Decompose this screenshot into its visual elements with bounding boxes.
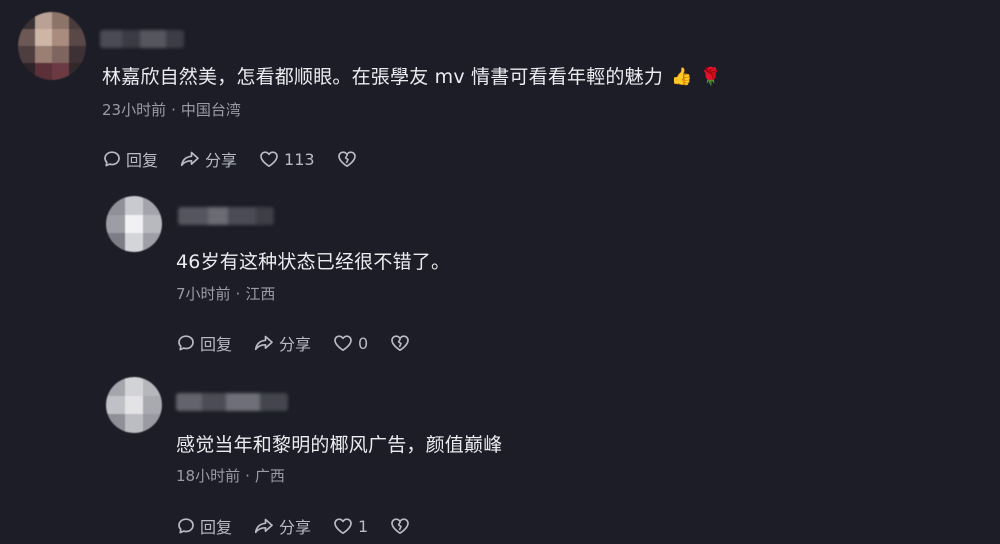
comment-bubble-icon bbox=[104, 151, 120, 167]
rose-emoji: 🌹 bbox=[700, 67, 722, 87]
comment-actions: 回复 分享 113 bbox=[102, 147, 379, 171]
avatar[interactable] bbox=[106, 377, 162, 433]
like-count: 0 bbox=[358, 333, 369, 353]
reply-label: 回复 bbox=[200, 518, 233, 537]
reply-label: 回复 bbox=[126, 151, 159, 170]
comment-meta: 7小时前 · 江西 bbox=[176, 283, 275, 304]
heart-icon bbox=[334, 335, 352, 352]
share-button[interactable]: 分享 bbox=[179, 147, 237, 171]
share-label: 分享 bbox=[279, 518, 312, 537]
heart-icon bbox=[260, 151, 278, 168]
avatar[interactable] bbox=[18, 12, 86, 80]
timestamp: 7小时前 bbox=[176, 285, 231, 303]
username-blurred[interactable] bbox=[178, 207, 274, 225]
location: 江西 bbox=[245, 285, 276, 303]
like-count: 1 bbox=[358, 516, 369, 536]
reply-button[interactable]: 回复 bbox=[176, 514, 232, 538]
separator: · bbox=[235, 285, 241, 303]
share-label: 分享 bbox=[205, 151, 238, 170]
separator: · bbox=[171, 101, 176, 119]
timestamp: 18小时前 bbox=[176, 467, 241, 485]
broken-heart-icon bbox=[391, 518, 410, 535]
comment-actions: 回复 分享 1 bbox=[176, 514, 432, 538]
comment-actions: 回复 分享 0 bbox=[176, 331, 432, 355]
like-button[interactable]: 1 bbox=[332, 516, 368, 536]
comment-bubble-icon bbox=[178, 518, 194, 534]
share-arrow-icon bbox=[180, 151, 199, 167]
share-label: 分享 bbox=[279, 335, 312, 354]
share-arrow-icon bbox=[254, 518, 273, 534]
broken-heart-icon bbox=[391, 335, 410, 352]
like-button[interactable]: 0 bbox=[332, 333, 368, 353]
reply-button[interactable]: 回复 bbox=[102, 147, 158, 171]
avatar[interactable] bbox=[106, 196, 162, 252]
comment-meta: 23小时前 · 中国台湾 bbox=[102, 99, 241, 120]
comment-text: 46岁有这种状态已经很不错了。 bbox=[176, 251, 451, 273]
location: 广西 bbox=[254, 467, 285, 485]
reply-label: 回复 bbox=[200, 335, 233, 354]
broken-heart-icon bbox=[337, 151, 356, 168]
separator: · bbox=[245, 467, 250, 485]
share-arrow-icon bbox=[254, 335, 273, 351]
share-button[interactable]: 分享 bbox=[253, 514, 311, 538]
username-blurred[interactable] bbox=[100, 30, 184, 48]
dislike-button[interactable] bbox=[389, 333, 411, 353]
share-button[interactable]: 分享 bbox=[253, 331, 311, 355]
thumbs-up-emoji: 👍 bbox=[671, 67, 693, 87]
reply-button[interactable]: 回复 bbox=[176, 331, 232, 355]
username-blurred[interactable] bbox=[176, 393, 288, 411]
location: 中国台湾 bbox=[180, 101, 241, 119]
heart-icon bbox=[334, 518, 352, 535]
timestamp: 23小时前 bbox=[102, 101, 167, 119]
like-button[interactable]: 113 bbox=[258, 149, 315, 169]
comment-bubble-icon bbox=[178, 335, 194, 351]
dislike-button[interactable] bbox=[336, 149, 358, 169]
comment-meta: 18小时前 · 广西 bbox=[176, 465, 285, 486]
comment-text: 林嘉欣自然美，怎看都顺眼。在張學友 mv 情書可看看年輕的魅力 👍 🌹 bbox=[102, 66, 722, 88]
dislike-button[interactable] bbox=[389, 516, 411, 536]
like-count: 113 bbox=[284, 149, 315, 169]
comments-page: 林嘉欣自然美，怎看都顺眼。在張學友 mv 情書可看看年輕的魅力 👍 🌹 23小时前 ·… bbox=[0, 0, 1000, 544]
comment-text: 感觉当年和黎明的椰风广告，颜值巅峰 bbox=[176, 434, 503, 456]
